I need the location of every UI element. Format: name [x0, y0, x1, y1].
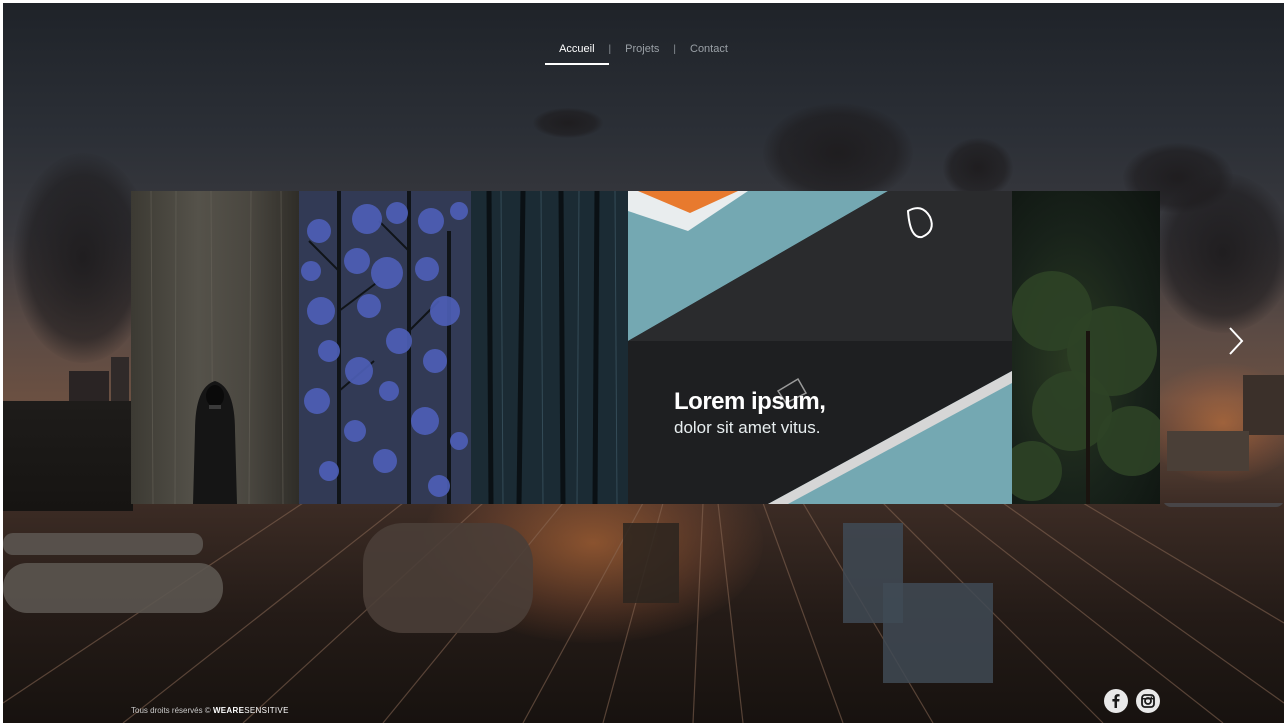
footer-brand-prefix: WEARE — [212, 706, 245, 715]
chevron-right-icon[interactable] — [1226, 325, 1246, 357]
building-silhouette — [1167, 431, 1249, 471]
footer-brand-suffix: SENSITIVE — [244, 706, 289, 715]
hooded-figure-image — [150, 191, 284, 504]
cloud-decoration — [533, 108, 603, 138]
slide-caption-title: Lorem ipsum, — [674, 388, 826, 415]
cloud-decoration — [943, 138, 1013, 198]
slide-hooded-figure[interactable] — [131, 191, 299, 504]
building-silhouette — [1243, 375, 1284, 435]
instagram-glyph — [1141, 694, 1155, 708]
image-slider: Lorem ipsum, dolor sit amet vitus. — [131, 191, 1160, 504]
slide-dark-forest[interactable] — [471, 191, 628, 504]
slide-green-trees[interactable] — [1012, 191, 1160, 504]
footer-rights-text: Tous droits réservés © — [131, 706, 211, 715]
notebook-image — [628, 191, 1012, 504]
slide-caption-subtitle: dolor sit amet vitus. — [674, 418, 821, 437]
cloud-decoration — [763, 103, 913, 203]
nav-item-accueil[interactable]: Accueil — [545, 39, 610, 65]
main-navigation: Accueil | Projets | Contact — [3, 39, 1284, 65]
page-background: Accueil | Projets | Contact Lorem ipsum,… — [3, 3, 1284, 723]
footer-copyright: Tous droits réservés © WEARESENSITIVE — [131, 706, 289, 715]
green-trees-image — [1012, 271, 1160, 504]
dark-forest-image — [471, 191, 628, 504]
facebook-glyph — [1112, 694, 1120, 708]
railway-yard — [3, 503, 1284, 723]
nav-item-contact[interactable]: Contact — [676, 39, 742, 65]
instagram-icon[interactable] — [1136, 689, 1160, 713]
slide-notebook-featured[interactable]: Lorem ipsum, dolor sit amet vitus. — [628, 191, 1012, 504]
facebook-icon[interactable] — [1104, 689, 1128, 713]
blue-trees-image — [299, 191, 471, 504]
cloud-decoration — [1153, 173, 1284, 333]
slide-caption: Lorem ipsum, dolor sit amet vitus. — [674, 388, 826, 438]
slide-blue-trees[interactable] — [299, 191, 471, 504]
tree-line — [3, 401, 133, 511]
nav-item-projets[interactable]: Projets — [611, 39, 673, 65]
